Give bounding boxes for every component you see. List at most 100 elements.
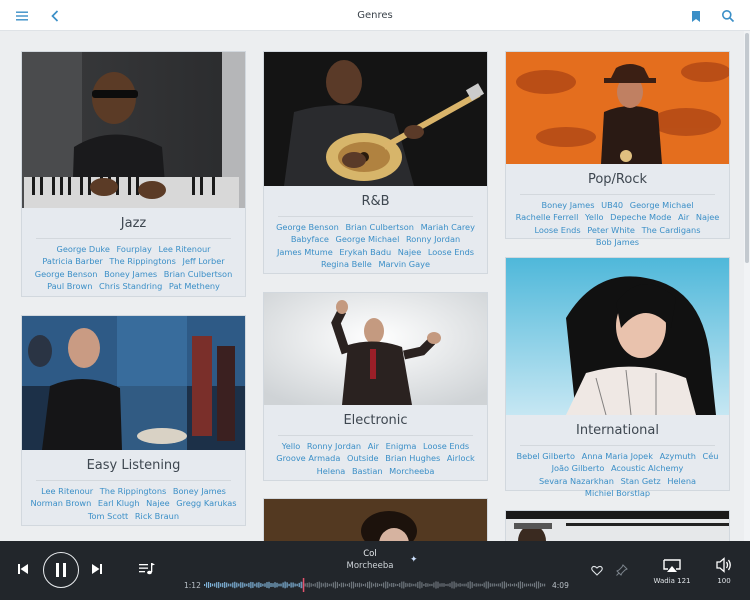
artist-link[interactable]: Air	[368, 441, 379, 451]
artist-link[interactable]: Gregg Karukas	[176, 498, 236, 508]
artist-link[interactable]: Azymuth	[660, 451, 696, 461]
artist-link[interactable]: Boney James	[104, 269, 157, 279]
artist-link[interactable]: Depeche Mode	[610, 212, 671, 222]
speaker-icon[interactable]	[713, 556, 735, 574]
pause-button[interactable]	[43, 552, 79, 588]
artist-link[interactable]: Rick Braun	[135, 511, 179, 521]
pin-icon[interactable]	[613, 561, 631, 579]
artist-link[interactable]: Peter White	[587, 225, 635, 235]
genre-card-jazz[interactable]: Jazz George Duke Fourplay Lee Ritenour P…	[21, 51, 246, 297]
artist-link[interactable]: Bebel Gilberto	[517, 451, 575, 461]
artist-link[interactable]: Pat Metheny	[169, 281, 220, 291]
artist-link[interactable]: Paul Brown	[47, 281, 92, 291]
progress-waveform[interactable]	[204, 578, 546, 592]
artist-link[interactable]: Loose Ends	[534, 225, 580, 235]
artist-link[interactable]: Boney James	[173, 486, 226, 496]
skip-previous-icon[interactable]	[14, 559, 32, 579]
artist-link[interactable]: Rachelle Ferrell	[516, 212, 579, 222]
search-icon[interactable]	[717, 5, 739, 27]
genre-photo-rnb[interactable]	[264, 52, 487, 186]
artist-link[interactable]: The Rippingtons	[109, 256, 176, 266]
artist-link[interactable]: The Rippingtons	[100, 486, 167, 496]
playhead[interactable]	[302, 578, 305, 592]
heart-icon[interactable]	[588, 561, 606, 579]
artist-link[interactable]: Lee Ritenour	[158, 244, 210, 254]
artist-link[interactable]: Chris Standring	[99, 281, 162, 291]
genre-card-electronic[interactable]: Electronic Yello Ronny Jordan Air Enigma…	[263, 292, 488, 481]
artist-link[interactable]: Helena	[317, 466, 346, 476]
artist-link[interactable]: Mariah Carey	[421, 222, 475, 232]
artist-link[interactable]: Groove Armada	[276, 453, 340, 463]
artist-link[interactable]: Yello	[282, 441, 301, 451]
artist-link[interactable]: Tom Scott	[88, 511, 128, 521]
genre-card-rnb[interactable]: R&B George Benson Brian Culbertson Maria…	[263, 51, 488, 274]
genre-name[interactable]: Pop/Rock	[506, 172, 729, 188]
track-title[interactable]: Col	[300, 549, 440, 559]
artist-link[interactable]: Jeff Lorber	[183, 256, 225, 266]
artist-link[interactable]: Air	[678, 212, 689, 222]
artist-link[interactable]: The Cardigans	[642, 225, 701, 235]
artist-link[interactable]: Najee	[696, 212, 720, 222]
skip-next-icon[interactable]	[88, 559, 106, 579]
genre-name[interactable]: Electronic	[264, 413, 487, 429]
genre-name[interactable]: R&B	[264, 194, 487, 210]
genre-name[interactable]: Jazz	[22, 216, 245, 232]
airplay-icon[interactable]	[660, 557, 684, 575]
artist-link[interactable]: Michiel Borstlap	[585, 488, 650, 498]
artist-link[interactable]: George Michael	[630, 200, 694, 210]
artist-link[interactable]: Brian Hughes	[385, 453, 440, 463]
artist-link[interactable]: Yello	[585, 212, 604, 222]
artist-link[interactable]: Morcheeba	[389, 466, 434, 476]
artist-link[interactable]: Erykah Badu	[339, 247, 391, 257]
artist-link[interactable]: Sevara Nazarkhan	[539, 476, 614, 486]
artist-link[interactable]: Ronny Jordan	[307, 441, 361, 451]
artist-link[interactable]: Najee	[398, 247, 422, 257]
artist-link[interactable]: Loose Ends	[423, 441, 469, 451]
artist-link[interactable]: George Duke	[56, 244, 109, 254]
genre-photo-jazz[interactable]	[22, 52, 245, 208]
output-device-name[interactable]: Wadia 121	[646, 577, 698, 585]
genre-name[interactable]: International	[506, 423, 729, 439]
artist-link[interactable]: Fourplay	[117, 244, 152, 254]
artist-link[interactable]: Marvin Gaye	[378, 259, 430, 269]
artist-link[interactable]: Loose Ends	[428, 247, 474, 257]
artist-link[interactable]: Norman Brown	[30, 498, 91, 508]
bookmark-icon[interactable]	[685, 5, 707, 27]
artist-link[interactable]: George Michael	[336, 234, 400, 244]
artist-link[interactable]: George Benson	[276, 222, 339, 232]
genre-card-partial[interactable]	[263, 498, 488, 541]
artist-link[interactable]: Brian Culbertson	[164, 269, 233, 279]
genre-card-pop-rock[interactable]: Pop/Rock Boney James UB40 George Michael…	[505, 51, 730, 247]
artist-link[interactable]: George Benson	[35, 269, 98, 279]
scrollbar-thumb[interactable]	[745, 33, 749, 263]
artist-link[interactable]: Helena	[667, 476, 696, 486]
artist-link[interactable]: Patricia Barber	[42, 256, 102, 266]
artist-link[interactable]: Brian Culbertson	[345, 222, 414, 232]
artist-link[interactable]: Najee	[146, 498, 170, 508]
genre-photo-partial-2[interactable]	[506, 511, 729, 541]
genre-photo-easy-listening[interactable]	[22, 316, 245, 450]
artist-link[interactable]: Enigma	[386, 441, 417, 451]
artist-link[interactable]: Boney James	[541, 200, 594, 210]
genre-photo-partial[interactable]	[264, 499, 487, 541]
artist-link[interactable]: Stan Getz	[621, 476, 661, 486]
genre-card-easy-listening[interactable]: Easy Listening Lee Ritenour The Rippingt…	[21, 315, 246, 526]
scrollbar[interactable]	[744, 31, 750, 541]
artist-link[interactable]: Airlock	[447, 453, 475, 463]
queue-icon[interactable]	[136, 559, 158, 579]
artist-link[interactable]: Earl Klugh	[98, 498, 140, 508]
track-artist[interactable]: Morcheeba	[300, 561, 440, 571]
artist-link[interactable]: Regina Belle	[321, 259, 372, 269]
artist-link[interactable]: Outside	[347, 453, 379, 463]
artist-link[interactable]: Acoustic Alchemy	[611, 463, 683, 473]
genre-photo-international[interactable]	[506, 258, 729, 415]
genre-photo-electronic[interactable]	[264, 293, 487, 405]
artist-link[interactable]: Céu	[703, 451, 719, 461]
artist-link[interactable]: Bob James	[596, 237, 639, 247]
artist-link[interactable]: Anna Maria Jopek	[582, 451, 653, 461]
artist-link[interactable]: UB40	[601, 200, 623, 210]
artist-link[interactable]: James Mtume	[277, 247, 333, 257]
artist-link[interactable]: Babyface	[291, 234, 329, 244]
genre-card-partial-2[interactable]	[505, 510, 730, 541]
genre-card-international[interactable]: International Bebel Gilberto Anna Maria …	[505, 257, 730, 498]
